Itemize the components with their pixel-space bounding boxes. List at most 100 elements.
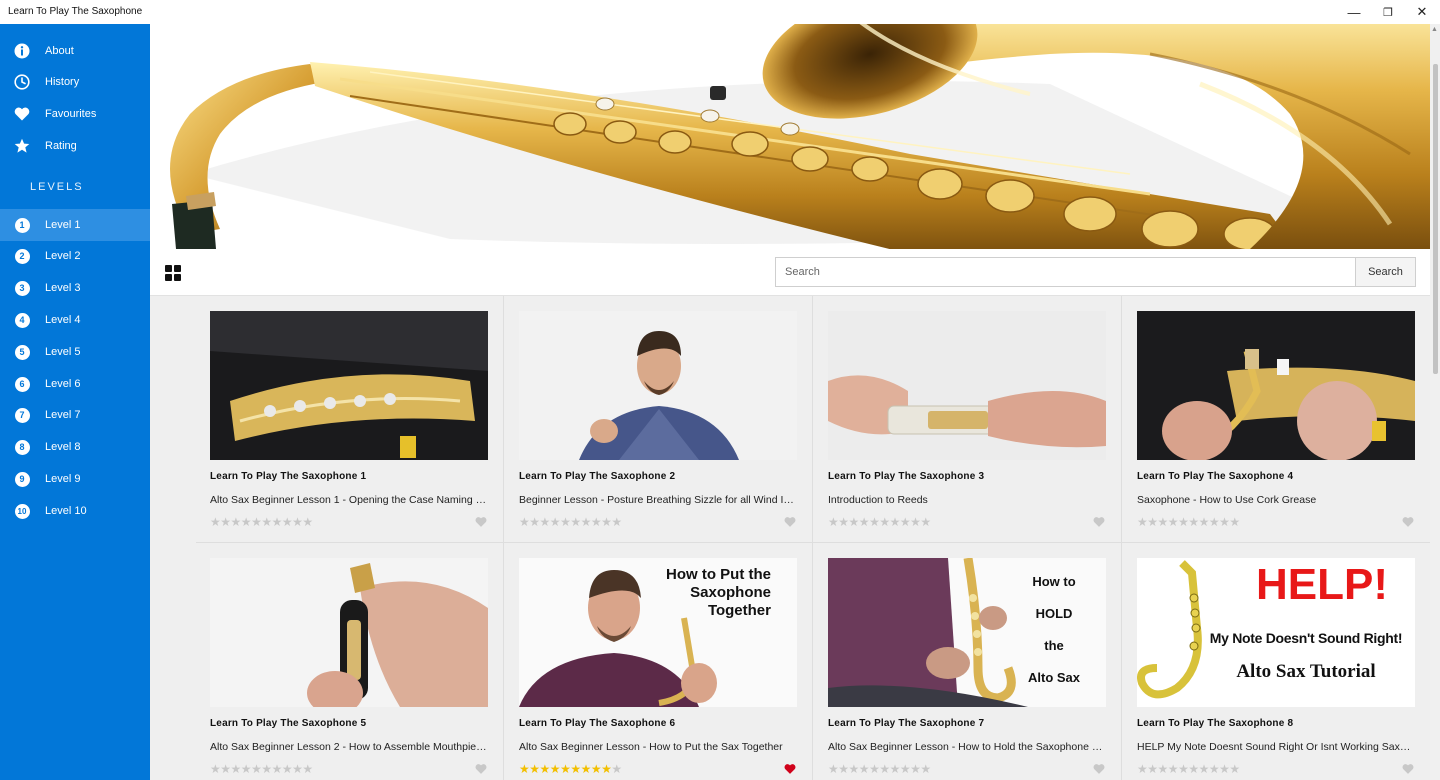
star-rating[interactable]: ★★★★★★★★★★ [1137,515,1240,529]
favourite-heart-icon[interactable] [1402,763,1414,775]
minimize-button[interactable]: — [1337,0,1371,24]
star-icon[interactable]: ★ [1229,515,1240,529]
star-icon[interactable]: ★ [210,515,221,529]
star-icon[interactable]: ★ [540,515,551,529]
star-icon[interactable]: ★ [210,762,221,776]
star-icon[interactable]: ★ [910,762,921,776]
star-icon[interactable]: ★ [900,762,911,776]
star-icon[interactable]: ★ [231,762,242,776]
star-icon[interactable]: ★ [220,762,231,776]
star-rating[interactable]: ★★★★★★★★★★ [210,762,313,776]
star-icon[interactable]: ★ [550,515,561,529]
star-icon[interactable]: ★ [529,762,540,776]
star-icon[interactable]: ★ [292,762,303,776]
star-icon[interactable]: ★ [601,515,612,529]
sidebar-item-favourites[interactable]: Favourites [0,98,150,130]
sidebar-item-history[interactable]: History [0,66,150,98]
star-icon[interactable]: ★ [560,762,571,776]
video-card[interactable]: How to Put the Saxophone Together Learn … [504,543,812,780]
video-thumbnail[interactable] [210,311,488,460]
sidebar-item-level-9[interactable]: 9 Level 9 [0,463,150,495]
close-button[interactable]: ✕ [1405,0,1439,24]
star-icon[interactable]: ★ [890,762,901,776]
favourite-heart-icon[interactable] [475,763,487,775]
star-icon[interactable]: ★ [251,762,262,776]
star-icon[interactable]: ★ [828,515,839,529]
star-icon[interactable]: ★ [302,762,313,776]
star-icon[interactable]: ★ [1188,515,1199,529]
video-thumbnail[interactable]: How to Put the Saxophone Together [519,558,797,707]
star-icon[interactable]: ★ [1219,762,1230,776]
star-icon[interactable]: ★ [1199,762,1210,776]
star-icon[interactable]: ★ [282,762,293,776]
sidebar-item-level-7[interactable]: 7 Level 7 [0,399,150,431]
star-icon[interactable]: ★ [220,515,231,529]
star-rating[interactable]: ★★★★★★★★★★ [828,515,931,529]
favourite-heart-icon[interactable] [475,516,487,528]
star-icon[interactable]: ★ [828,762,839,776]
video-thumbnail[interactable]: How to HOLD the Alto Sax [828,558,1106,707]
star-icon[interactable]: ★ [292,515,303,529]
grid-view-icon[interactable] [165,265,181,281]
star-icon[interactable]: ★ [838,762,849,776]
star-icon[interactable]: ★ [869,515,880,529]
star-icon[interactable]: ★ [550,762,561,776]
star-icon[interactable]: ★ [581,762,592,776]
star-icon[interactable]: ★ [519,515,530,529]
video-card[interactable]: HELP! My Note Doesn't Sound Right! Alto … [1122,543,1430,780]
sidebar-item-rating[interactable]: Rating [0,130,150,162]
star-icon[interactable]: ★ [1209,762,1220,776]
star-icon[interactable]: ★ [1209,515,1220,529]
search-input[interactable] [775,257,1357,287]
video-thumbnail[interactable] [1137,311,1415,460]
star-icon[interactable]: ★ [890,515,901,529]
star-icon[interactable]: ★ [1178,515,1189,529]
star-icon[interactable]: ★ [1199,515,1210,529]
star-icon[interactable]: ★ [1178,762,1189,776]
star-rating[interactable]: ★★★★★★★★★★ [1137,762,1240,776]
star-icon[interactable]: ★ [601,762,612,776]
video-card[interactable]: Learn To Play The Saxophone 3 Introducti… [813,296,1121,542]
sidebar-item-level-6[interactable]: 6 Level 6 [0,368,150,400]
star-icon[interactable]: ★ [1158,515,1169,529]
star-icon[interactable]: ★ [859,762,870,776]
video-card[interactable]: Learn To Play The Saxophone 2 Beginner L… [504,296,812,542]
star-icon[interactable]: ★ [529,515,540,529]
star-icon[interactable]: ★ [879,515,890,529]
star-icon[interactable]: ★ [560,515,571,529]
scroll-up-icon[interactable]: ▲ [1431,26,1438,33]
star-icon[interactable]: ★ [570,762,581,776]
restore-button[interactable]: ❐ [1371,0,1405,24]
star-icon[interactable]: ★ [869,762,880,776]
star-rating[interactable]: ★★★★★★★★★★ [519,762,622,776]
favourite-heart-icon[interactable] [1093,763,1105,775]
sidebar-item-level-4[interactable]: 4 Level 4 [0,304,150,336]
star-icon[interactable]: ★ [1137,762,1148,776]
star-icon[interactable]: ★ [611,762,622,776]
favourite-heart-icon[interactable] [784,763,796,775]
star-rating[interactable]: ★★★★★★★★★★ [519,515,622,529]
star-icon[interactable]: ★ [1137,515,1148,529]
sidebar-item-level-1[interactable]: 1 Level 1 [0,209,150,241]
star-icon[interactable]: ★ [591,762,602,776]
star-icon[interactable]: ★ [241,515,252,529]
video-thumbnail[interactable]: HELP! My Note Doesn't Sound Right! Alto … [1137,558,1415,707]
sidebar-item-level-8[interactable]: 8 Level 8 [0,431,150,463]
video-thumbnail[interactable] [828,311,1106,460]
video-thumbnail[interactable] [210,558,488,707]
star-icon[interactable]: ★ [611,515,622,529]
video-card[interactable]: Learn To Play The Saxophone 5 Alto Sax B… [195,543,503,780]
star-icon[interactable]: ★ [272,762,283,776]
video-card[interactable]: Learn To Play The Saxophone 1 Alto Sax B… [195,296,503,542]
vertical-scrollbar[interactable]: ▲ [1430,24,1440,780]
star-icon[interactable]: ★ [920,515,931,529]
favourite-heart-icon[interactable] [784,516,796,528]
video-card[interactable]: Learn To Play The Saxophone 4 Saxophone … [1122,296,1430,542]
sidebar-item-about[interactable]: About [0,35,150,67]
sidebar-item-level-2[interactable]: 2 Level 2 [0,240,150,272]
star-icon[interactable]: ★ [1147,515,1158,529]
star-icon[interactable]: ★ [1168,515,1179,529]
star-icon[interactable]: ★ [859,515,870,529]
star-icon[interactable]: ★ [231,515,242,529]
star-icon[interactable]: ★ [261,515,272,529]
